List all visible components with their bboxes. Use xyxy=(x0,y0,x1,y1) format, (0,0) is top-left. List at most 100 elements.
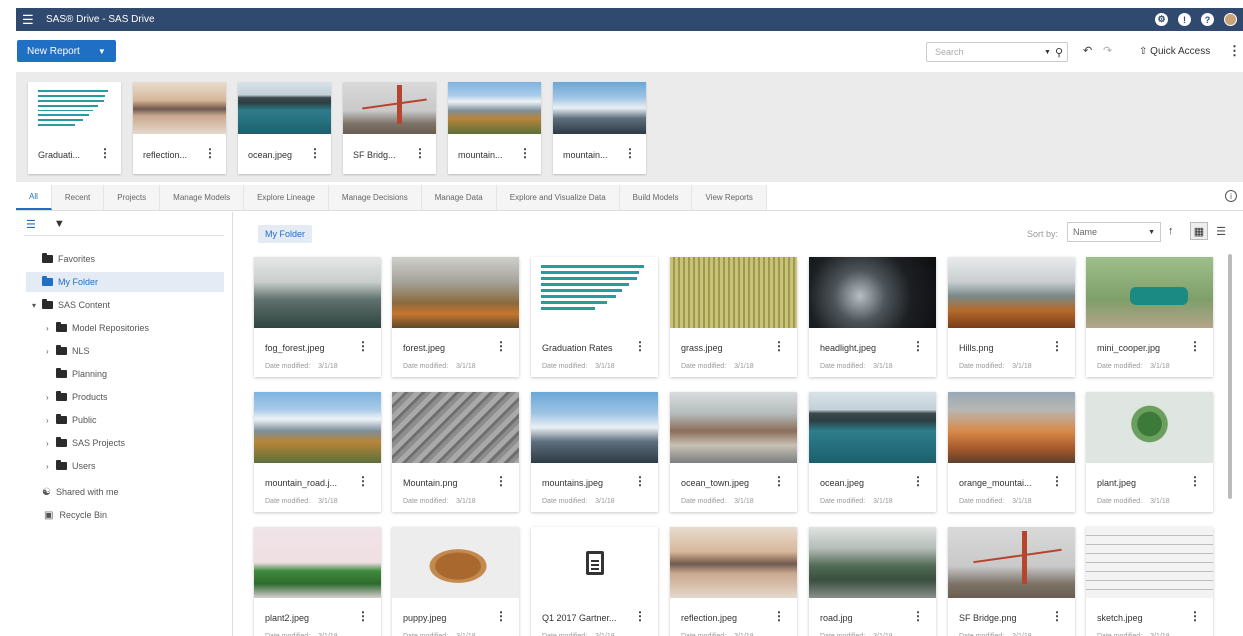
file-card[interactable]: forest.jpeg ⋮ Date modified: 3/1/18 xyxy=(392,257,519,377)
new-report-button[interactable]: New Report ▼ xyxy=(17,40,116,62)
file-card[interactable]: mountain_road.j... ⋮ Date modified: 3/1/18 xyxy=(254,392,381,512)
tab-recent[interactable]: Recent xyxy=(51,185,105,210)
search-input[interactable]: Search ▼ ⚲ xyxy=(926,42,1068,62)
more-options-icon[interactable]: ⋮ xyxy=(357,474,369,488)
more-options-icon[interactable]: ⋮ xyxy=(1051,339,1063,353)
tab-manage-decisions[interactable]: Manage Decisions xyxy=(328,185,422,210)
quick-access-button[interactable]: ⇧ Quick Access xyxy=(1139,46,1210,57)
file-card[interactable]: ocean_town.jpeg ⋮ Date modified: 3/1/18 xyxy=(670,392,797,512)
nav-item-model-repositories[interactable]: › Model Repositories xyxy=(46,318,149,338)
file-card[interactable]: plant2.jpeg⋮Date modified:3/1/18 xyxy=(254,527,381,636)
more-options-icon[interactable]: ⋮ xyxy=(357,339,369,353)
file-card[interactable]: fog_forest.jpeg ⋮ Date modified: 3/1/18 xyxy=(254,257,381,377)
nav-item-planning[interactable]: Planning xyxy=(56,364,107,384)
more-options-icon[interactable]: ⋮ xyxy=(773,339,785,353)
more-options-icon[interactable]: ⋮ xyxy=(912,609,924,623)
file-card[interactable]: road.jpg⋮Date modified:3/1/18 xyxy=(809,527,936,636)
recent-item-card[interactable]: Graduati... ⋮ xyxy=(28,82,121,174)
user-avatar[interactable] xyxy=(1224,13,1237,26)
chevron-down-icon[interactable]: ▼ xyxy=(1044,49,1051,56)
redo-icon[interactable]: ↷ xyxy=(1103,44,1112,57)
recent-item-card[interactable]: mountain... ⋮ xyxy=(448,82,541,174)
file-card[interactable]: headlight.jpeg ⋮ Date modified: 3/1/18 xyxy=(809,257,936,377)
chevron-right-icon[interactable]: › xyxy=(46,324,56,333)
nav-item-favorites[interactable]: Favorites xyxy=(42,249,95,269)
recent-item-card[interactable]: mountain... ⋮ xyxy=(553,82,646,174)
info-icon[interactable]: i xyxy=(1225,190,1237,202)
nav-item-public[interactable]: › Public xyxy=(46,410,97,430)
chevron-right-icon[interactable]: › xyxy=(46,462,56,471)
help-icon[interactable]: ? xyxy=(1201,13,1214,26)
more-options-icon[interactable]: ⋮ xyxy=(634,609,646,623)
nav-item-recycle-bin[interactable]: ▣ Recycle Bin xyxy=(44,505,107,525)
more-options-icon[interactable]: ⋮ xyxy=(912,474,924,488)
more-options-icon[interactable]: ⋮ xyxy=(773,474,785,488)
scrollbar[interactable] xyxy=(1228,254,1232,499)
file-card[interactable]: puppy.jpeg⋮Date modified:3/1/18 xyxy=(392,527,519,636)
tab-projects[interactable]: Projects xyxy=(104,185,161,210)
recent-item-card[interactable]: reflection... ⋮ xyxy=(133,82,226,174)
filter-icon[interactable]: ▼ xyxy=(54,218,65,231)
more-options-icon[interactable]: ⋮ xyxy=(99,146,111,160)
file-card[interactable]: mountains.jpeg ⋮ Date modified: 3/1/18 xyxy=(531,392,658,512)
more-options-icon[interactable]: ⋮ xyxy=(1189,339,1201,353)
chevron-right-icon[interactable]: › xyxy=(46,439,56,448)
tab-explore-lineage[interactable]: Explore Lineage xyxy=(244,185,329,210)
more-options-icon[interactable]: ⋮ xyxy=(519,146,531,160)
nav-item-sas-content[interactable]: ▾ SAS Content xyxy=(32,295,110,315)
more-options-icon[interactable]: ⋮ xyxy=(495,339,507,353)
file-card[interactable]: Hills.png ⋮ Date modified: 3/1/18 xyxy=(948,257,1075,377)
more-options-icon[interactable]: ⋮ xyxy=(1189,609,1201,623)
nav-item-shared-with-me[interactable]: ☯ Shared with me xyxy=(42,482,119,502)
nav-item-products[interactable]: › Products xyxy=(46,387,108,407)
menu-icon[interactable]: ☰ xyxy=(22,13,42,26)
chevron-right-icon[interactable]: › xyxy=(46,393,56,402)
recent-item-card[interactable]: SF Bridg... ⋮ xyxy=(343,82,436,174)
file-card[interactable]: Mountain.png ⋮ Date modified: 3/1/18 xyxy=(392,392,519,512)
tree-view-icon[interactable]: ☰ xyxy=(26,218,36,231)
more-options-icon[interactable]: ⋮ xyxy=(773,609,785,623)
more-options-icon[interactable]: ⋮ xyxy=(1228,43,1241,59)
sort-direction-icon[interactable]: ↑ xyxy=(1168,225,1174,237)
more-options-icon[interactable]: ⋮ xyxy=(634,474,646,488)
chevron-down-icon[interactable]: ▾ xyxy=(32,301,42,310)
more-options-icon[interactable]: ⋮ xyxy=(1051,609,1063,623)
tab-manage-models[interactable]: Manage Models xyxy=(160,185,245,210)
more-options-icon[interactable]: ⋮ xyxy=(624,146,636,160)
file-card[interactable]: SF Bridge.png⋮Date modified:3/1/18 xyxy=(948,527,1075,636)
file-card[interactable]: Graduation Rates ⋮ Date modified: 3/1/18 xyxy=(531,257,658,377)
recent-item-card[interactable]: ocean.jpeg ⋮ xyxy=(238,82,331,174)
more-options-icon[interactable]: ⋮ xyxy=(309,146,321,160)
list-view-icon[interactable]: ☰ xyxy=(1212,222,1230,240)
tab-explore-and-visualize-data[interactable]: Explore and Visualize Data xyxy=(496,185,620,210)
tab-all[interactable]: All xyxy=(16,185,52,210)
nav-item-nls[interactable]: › NLS xyxy=(46,341,90,361)
file-card[interactable]: sketch.jpeg⋮Date modified:3/1/18 xyxy=(1086,527,1213,636)
chevron-down-icon[interactable]: ▼ xyxy=(98,47,106,56)
more-options-icon[interactable]: ⋮ xyxy=(634,339,646,353)
tab-build-models[interactable]: Build Models xyxy=(619,185,693,210)
file-card[interactable]: mini_cooper.jpg ⋮ Date modified: 3/1/18 xyxy=(1086,257,1213,377)
grid-view-icon[interactable]: ▦ xyxy=(1190,222,1208,240)
more-options-icon[interactable]: ⋮ xyxy=(495,609,507,623)
tab-manage-data[interactable]: Manage Data xyxy=(421,185,497,210)
file-card[interactable]: Q1 2017 Gartner...⋮Date modified:3/1/18 xyxy=(531,527,658,636)
more-options-icon[interactable]: ⋮ xyxy=(1189,474,1201,488)
tab-view-reports[interactable]: View Reports xyxy=(692,185,767,210)
sort-by-select[interactable]: Name ▼ xyxy=(1067,222,1161,242)
more-options-icon[interactable]: ⋮ xyxy=(912,339,924,353)
chevron-right-icon[interactable]: › xyxy=(46,416,56,425)
breadcrumb[interactable]: My Folder xyxy=(258,225,313,243)
more-options-icon[interactable]: ⋮ xyxy=(495,474,507,488)
file-card[interactable]: orange_mountai... ⋮ Date modified: 3/1/18 xyxy=(948,392,1075,512)
more-options-icon[interactable]: ⋮ xyxy=(1051,474,1063,488)
file-card[interactable]: plant.jpeg ⋮ Date modified: 3/1/18 xyxy=(1086,392,1213,512)
more-options-icon[interactable]: ⋮ xyxy=(204,146,216,160)
notifications-icon[interactable]: ! xyxy=(1178,13,1191,26)
more-options-icon[interactable]: ⋮ xyxy=(414,146,426,160)
file-card[interactable]: reflection.jpeg⋮Date modified:3/1/18 xyxy=(670,527,797,636)
more-options-icon[interactable]: ⋮ xyxy=(357,609,369,623)
nav-item-my-folder[interactable]: My Folder xyxy=(26,272,224,292)
undo-icon[interactable]: ↶ xyxy=(1083,44,1092,57)
chevron-right-icon[interactable]: › xyxy=(46,347,56,356)
